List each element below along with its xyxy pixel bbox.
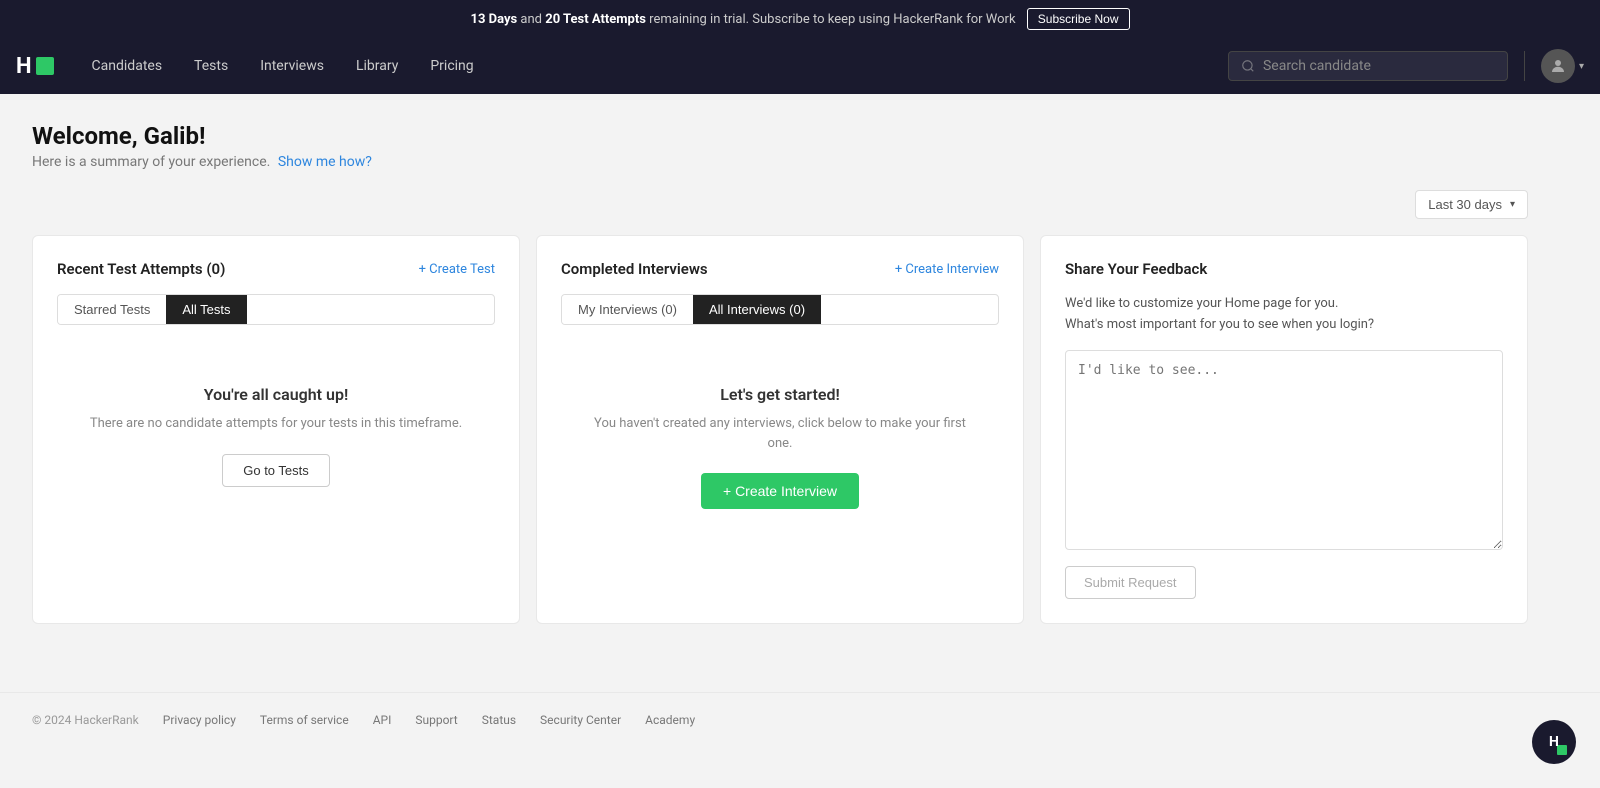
chevron-down-icon: ▾ (1579, 61, 1584, 72)
logo-letter: H (16, 54, 32, 79)
interviews-card: Completed Interviews + Create Interview … (536, 235, 1024, 624)
feedback-desc: We'd like to customize your Home page fo… (1065, 294, 1503, 336)
user-menu[interactable]: ▾ (1541, 49, 1584, 83)
footer-status[interactable]: Status (482, 713, 516, 727)
nav-pricing[interactable]: Pricing (416, 50, 487, 82)
search-box[interactable]: Search candidate (1228, 51, 1508, 81)
footer-privacy[interactable]: Privacy policy (163, 713, 236, 727)
search-icon (1241, 59, 1255, 73)
top-banner: 13 Days and 20 Test Attempts remaining i… (0, 0, 1600, 38)
logo[interactable]: H (16, 54, 54, 79)
feedback-card: Share Your Feedback We'd like to customi… (1040, 235, 1528, 624)
interviews-empty-sub: You haven't created any interviews, clic… (581, 414, 979, 453)
feedback-title: Share Your Feedback (1065, 260, 1207, 278)
create-interview-link[interactable]: + Create Interview (895, 262, 999, 277)
welcome-sub: Here is a summary of your experience. Sh… (32, 154, 1528, 170)
recent-tests-title: Recent Test Attempts (0) (57, 260, 225, 278)
starred-tests-tab[interactable]: Starred Tests (58, 295, 166, 324)
subscribe-button[interactable]: Subscribe Now (1027, 8, 1130, 30)
cards-row: Recent Test Attempts (0) + Create Test S… (32, 235, 1528, 624)
dashboard-header: Last 30 days ▾ (32, 190, 1528, 219)
banner-and: and (520, 12, 545, 27)
create-interview-button[interactable]: + Create Interview (701, 473, 859, 509)
chevron-down-icon: ▾ (1510, 199, 1515, 210)
go-to-tests-button[interactable]: Go to Tests (222, 454, 330, 487)
footer-academy[interactable]: Academy (645, 713, 695, 727)
page-title: Welcome, Galib! (32, 122, 1528, 150)
recent-tests-card: Recent Test Attempts (0) + Create Test S… (32, 235, 520, 624)
footer-security[interactable]: Security Center (540, 713, 621, 727)
avatar (1541, 49, 1575, 83)
tests-empty-state: You're all caught up! There are no candi… (57, 345, 495, 527)
welcome-section: Welcome, Galib! Here is a summary of you… (32, 122, 1528, 170)
main-content: Welcome, Galib! Here is a summary of you… (0, 94, 1560, 652)
show-me-how-link[interactable]: Show me how? (278, 154, 372, 170)
interviews-card-header: Completed Interviews + Create Interview (561, 260, 999, 278)
interviews-title: Completed Interviews (561, 260, 708, 278)
banner-attempts: 20 Test Attempts (545, 12, 646, 27)
footer-api[interactable]: API (373, 713, 392, 727)
banner-text: remaining in trial. Subscribe to keep us… (649, 12, 1015, 27)
search-placeholder: Search candidate (1263, 58, 1371, 74)
nav-tests[interactable]: Tests (180, 50, 242, 82)
interviews-empty-state: Let's get started! You haven't created a… (561, 345, 999, 549)
submit-request-button[interactable]: Submit Request (1065, 566, 1196, 599)
footer: © 2024 HackerRank Privacy policy Terms o… (0, 692, 1600, 747)
create-test-link[interactable]: + Create Test (419, 262, 495, 277)
date-filter-dropdown[interactable]: Last 30 days ▾ (1415, 190, 1528, 219)
all-interviews-tab[interactable]: All Interviews (0) (693, 295, 821, 324)
floating-help-badge[interactable]: H (1532, 720, 1576, 764)
nav-candidates[interactable]: Candidates (78, 50, 177, 82)
nav-interviews[interactable]: Interviews (246, 50, 338, 82)
nav-links: Candidates Tests Interviews Library Pric… (78, 50, 1228, 82)
all-tests-tab[interactable]: All Tests (166, 295, 246, 324)
feedback-textarea[interactable] (1065, 350, 1503, 550)
navbar: H Candidates Tests Interviews Library Pr… (0, 38, 1600, 94)
interviews-empty-title: Let's get started! (720, 385, 839, 404)
nav-library[interactable]: Library (342, 50, 412, 82)
recent-tests-card-header: Recent Test Attempts (0) + Create Test (57, 260, 495, 278)
footer-terms[interactable]: Terms of service (260, 713, 349, 727)
logo-square (36, 57, 54, 75)
floating-logo-h: H (1549, 734, 1559, 750)
interviews-toggle-tabs: My Interviews (0) All Interviews (0) (561, 294, 999, 325)
banner-days: 13 Days (471, 12, 518, 27)
tests-empty-title: You're all caught up! (204, 385, 348, 404)
nav-divider (1524, 51, 1525, 81)
tests-toggle-tabs: Starred Tests All Tests (57, 294, 495, 325)
copyright: © 2024 HackerRank (32, 713, 139, 727)
footer-support[interactable]: Support (415, 713, 457, 727)
my-interviews-tab[interactable]: My Interviews (0) (562, 295, 693, 324)
tests-empty-sub: There are no candidate attempts for your… (90, 414, 462, 434)
feedback-card-header: Share Your Feedback (1065, 260, 1503, 278)
